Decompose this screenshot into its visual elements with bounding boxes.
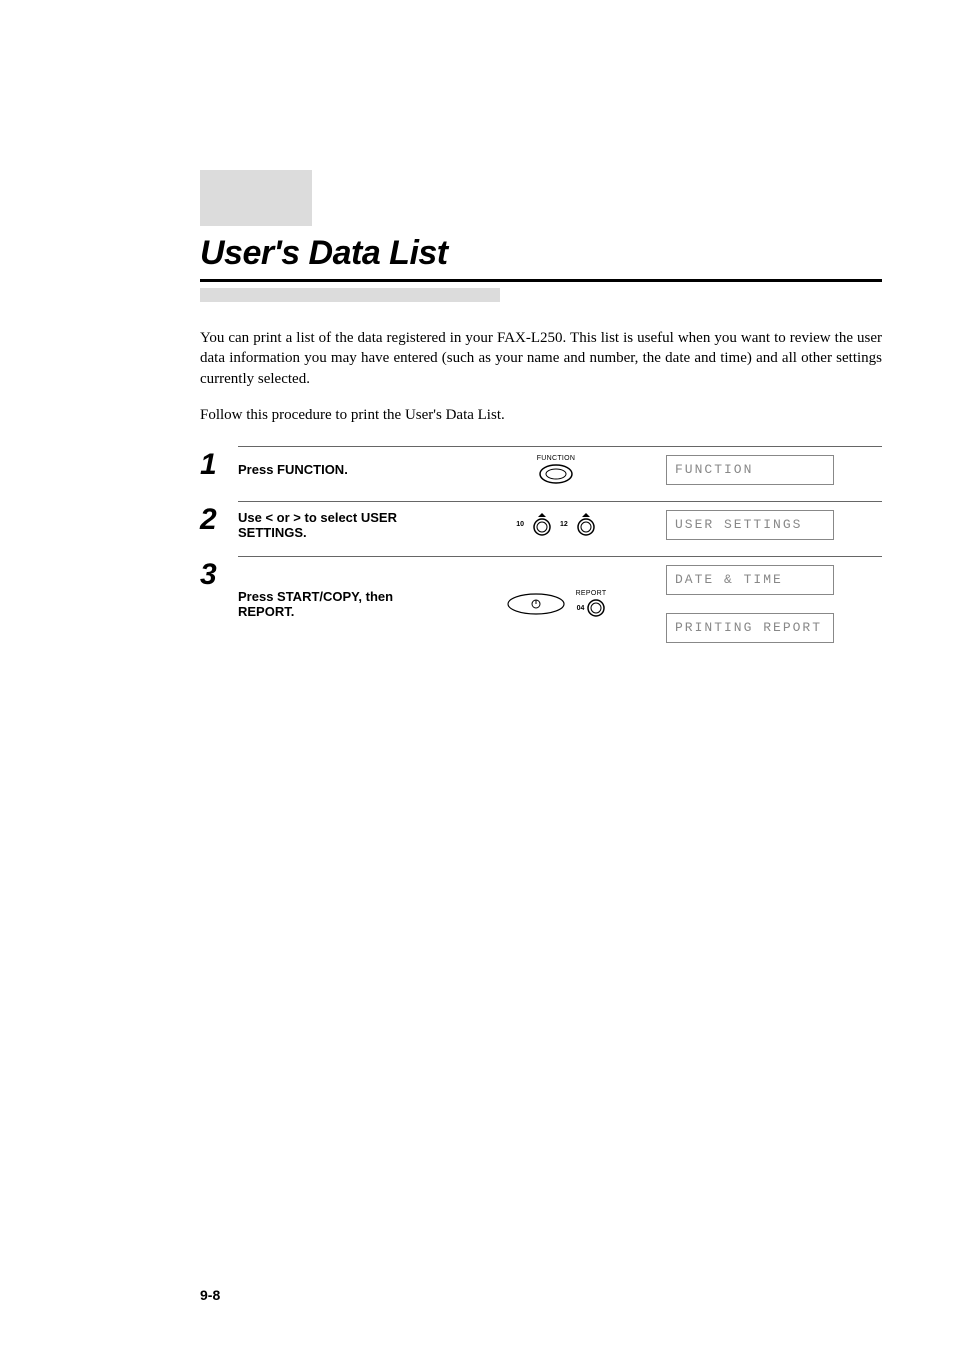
key-04-label: 04 bbox=[577, 605, 585, 612]
steps-list: 1 Press FUNCTION. FUNCTION FUNCTION bbox=[200, 446, 882, 643]
page-title: User's Data List bbox=[200, 234, 882, 273]
step-3-lcd-2: PRINTING REPORT bbox=[666, 613, 834, 643]
step-2-text-pre: Use bbox=[238, 510, 265, 525]
report-button-icon bbox=[587, 599, 605, 617]
key-10-label: 10 bbox=[516, 521, 524, 528]
key-12-label: 12 bbox=[560, 521, 568, 528]
right-arrow-button-icon bbox=[576, 513, 596, 537]
step-1-lcd: FUNCTION bbox=[666, 455, 834, 485]
step-1-number: 1 bbox=[200, 450, 224, 480]
step-1-text: Press FUNCTION. bbox=[238, 462, 448, 477]
step-2-lcd: USER SETTINGS bbox=[666, 510, 834, 540]
step-2: 2 Use < or > to select USER SETTINGS. 10… bbox=[200, 501, 882, 540]
step-3-text: Press START/COPY, then REPORT. bbox=[238, 589, 448, 619]
report-label: REPORT bbox=[576, 590, 607, 597]
arrow-buttons-graphic: 10 12 bbox=[516, 513, 596, 537]
function-label: FUNCTION bbox=[537, 455, 576, 462]
step-2-text-mid: or bbox=[273, 510, 293, 525]
step-2-text: Use < or > to select USER SETTINGS. bbox=[238, 510, 448, 540]
follow-paragraph: Follow this procedure to print the User'… bbox=[200, 407, 882, 424]
function-button-graphic: FUNCTION bbox=[537, 455, 576, 484]
step-3: 3 Press START/COPY, then REPORT. REPORT bbox=[200, 556, 882, 643]
title-rule bbox=[200, 279, 882, 282]
page-number: 9-8 bbox=[200, 1287, 220, 1303]
step-3-lcd-1: DATE & TIME bbox=[666, 565, 834, 595]
less-than-symbol: < bbox=[265, 510, 273, 525]
left-arrow-button-icon bbox=[532, 513, 552, 537]
intro-paragraph: You can print a list of the data registe… bbox=[200, 328, 882, 389]
header-gray-bar bbox=[200, 170, 312, 226]
sub-gray-bar bbox=[200, 288, 500, 302]
step-2-number: 2 bbox=[200, 505, 224, 535]
step-3-number: 3 bbox=[200, 560, 224, 590]
start-copy-button-icon bbox=[506, 593, 566, 615]
start-report-graphic: REPORT 04 bbox=[506, 590, 607, 617]
greater-than-symbol: > bbox=[293, 510, 301, 525]
step-1: 1 Press FUNCTION. FUNCTION FUNCTION bbox=[200, 446, 882, 485]
function-button-icon bbox=[539, 464, 573, 484]
